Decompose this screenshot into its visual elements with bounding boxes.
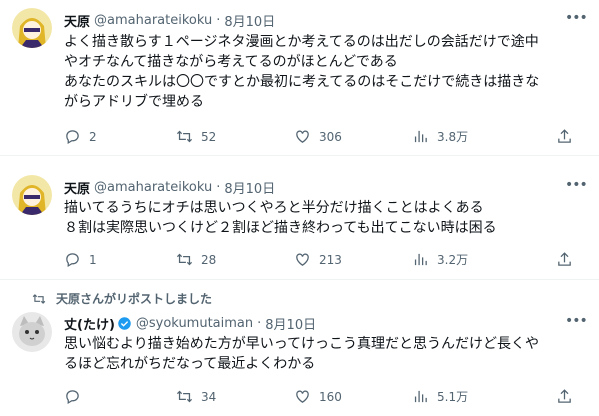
avatar[interactable] [12,8,52,48]
retweet-note[interactable]: 天原さんがリポストしました [32,290,212,307]
separator: · [257,316,262,331]
share-button[interactable] [556,128,581,145]
reply-icon [66,253,79,268]
author-handle[interactable]: @syokumutaiman [136,316,253,331]
views-icon [414,390,427,403]
action-bar: 2 52 306 3.8万 [64,128,584,148]
retweet-note-text: 天原さんがリポストしました [56,292,213,306]
reply-icon [66,390,79,405]
retweet-count: 28 [201,252,217,267]
like-button[interactable]: 306 [294,128,342,145]
views-icon [414,253,427,266]
action-bar: 34 160 5.1万 [64,388,584,408]
reply-count: 1 [89,252,97,267]
avatar[interactable] [12,312,52,352]
tweet-1[interactable]: 天原 @amaharateikoku · 8月10日 ••• よく描き散らす１ペ… [0,0,599,156]
retweet-button[interactable]: 34 [176,388,216,405]
retweet-count: 34 [201,389,217,404]
like-button[interactable]: 213 [294,251,342,268]
author-handle[interactable]: @amaharateikoku [94,13,212,28]
tweet-header: 丈(たけ) @syokumutaiman · 8月10日 [64,314,316,333]
more-icon[interactable]: ••• [565,11,588,29]
more-icon[interactable]: ••• [565,314,588,332]
reply-button[interactable]: 1 [64,251,97,268]
views-icon [414,130,427,143]
tweet-date[interactable]: 8月10日 [224,178,275,197]
tweet-2[interactable]: 天原 @amaharateikoku · 8月10日 ••• 描いてるうちにオチ… [0,167,599,280]
views-button[interactable]: 5.1万 [412,388,468,405]
tweet-header: 天原 @amaharateikoku · 8月10日 [64,178,275,197]
tweet-text: 思い悩むより描き始めた方が早いってけっこう真理だと思うんだけど長くや るほど忘れ… [64,336,540,372]
author-name[interactable]: 天原 [64,11,90,30]
view-count: 3.8万 [437,130,469,144]
retweet-icon [176,130,193,143]
reply-icon [66,130,79,145]
verified-icon [118,317,131,330]
views-button[interactable]: 3.2万 [412,251,468,268]
share-icon [558,129,571,143]
like-icon [296,390,309,403]
avatar[interactable] [12,175,52,215]
tweet-date[interactable]: 8月10日 [265,314,316,333]
share-button[interactable] [556,388,581,405]
like-count: 160 [319,389,342,404]
like-icon [296,253,309,266]
tweet-3[interactable]: 丈(たけ) @syokumutaiman · 8月10日 ••• 思い悩むより描… [0,306,599,416]
reply-button[interactable]: 2 [64,128,97,145]
author-handle[interactable]: @amaharateikoku [94,180,212,195]
retweet-icon [32,293,46,304]
retweet-count: 52 [201,129,217,144]
like-count: 213 [319,252,342,267]
retweet-button[interactable]: 52 [176,128,216,145]
share-button[interactable] [556,251,581,268]
like-icon [296,130,309,143]
view-count: 5.1万 [437,390,469,404]
author-name[interactable]: 丈(たけ) [64,314,115,333]
separator: · [216,13,221,28]
author-name[interactable]: 天原 [64,178,90,197]
retweet-button[interactable]: 28 [176,251,216,268]
like-count: 306 [319,129,342,144]
share-icon [558,252,571,266]
retweet-icon [176,390,193,403]
reply-button[interactable] [64,388,89,405]
tweet-text: 描いてるうちにオチは思いつくやろと半分だけ描くことはよくある ８割は実際思いつく… [64,200,497,236]
tweet-text: よく描き散らす１ページネタ漫画とか考えてるのは出だしの会話だけで途中 やオチなん… [64,34,540,110]
separator: · [216,180,221,195]
tweet-date[interactable]: 8月10日 [224,11,275,30]
share-icon [558,389,571,403]
tweet-header: 天原 @amaharateikoku · 8月10日 [64,11,275,30]
action-bar: 1 28 213 3.2万 [64,251,584,271]
reply-count: 2 [89,129,97,144]
more-icon[interactable]: ••• [565,178,588,196]
retweet-icon [176,253,193,266]
view-count: 3.2万 [437,253,469,267]
views-button[interactable]: 3.8万 [412,128,468,145]
like-button[interactable]: 160 [294,388,342,405]
